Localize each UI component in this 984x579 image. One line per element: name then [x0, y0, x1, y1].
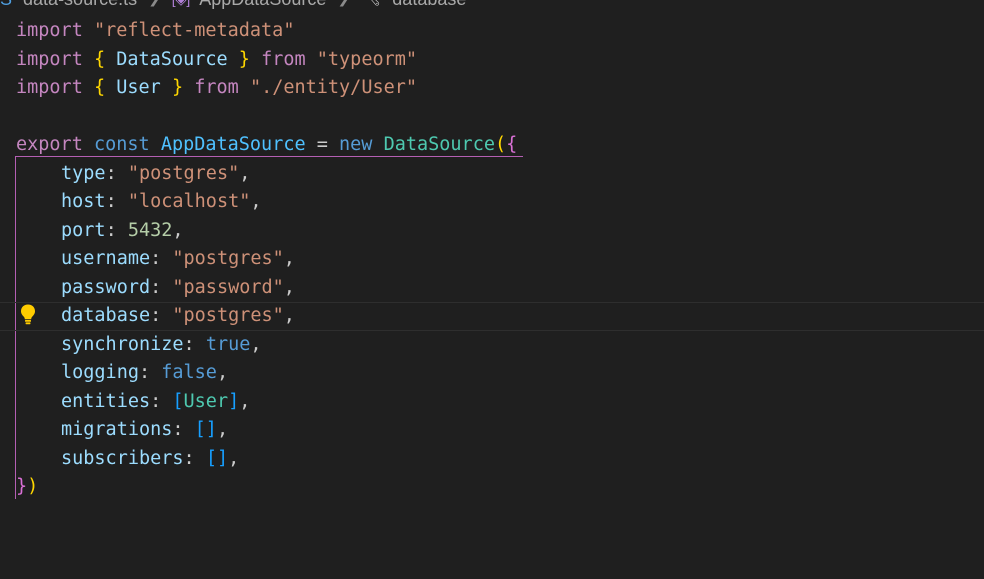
class-name: DataSource	[383, 134, 495, 155]
brace: {	[506, 134, 518, 155]
breadcrumb: S data-source.ts ❯ [◈] AppDataSource ❯ 🔧…	[0, 0, 466, 9]
bracket: []	[205, 447, 229, 469]
property-key: host	[61, 191, 106, 212]
boolean-literal: false	[161, 362, 217, 383]
code-editor[interactable]: import "reflect-metadata" import { DataS…	[0, 17, 984, 502]
keyword: import	[16, 77, 83, 98]
boolean-literal: true	[205, 333, 251, 355]
bracket: [	[172, 390, 184, 412]
code-line[interactable]: password: "password",	[0, 274, 984, 303]
property-key: entities	[61, 390, 151, 412]
breadcrumb-file[interactable]: data-source.ts	[23, 0, 137, 10]
variable-name: AppDataSource	[160, 134, 306, 155]
code-line[interactable]: type: "postgres",	[0, 160, 984, 189]
number-literal: 5432	[127, 219, 173, 241]
typescript-file-icon: S	[0, 0, 12, 10]
string-literal: "password"	[172, 276, 284, 298]
string-literal: "./entity/User"	[249, 77, 418, 98]
property-key: password	[61, 276, 151, 298]
code-line[interactable]: logging: false,	[0, 359, 984, 388]
paren: )	[27, 476, 39, 497]
code-line[interactable]: port: 5432,	[0, 217, 984, 246]
property-key: migrations	[61, 419, 173, 440]
string-literal: "postgres"	[172, 248, 284, 269]
operator: =	[316, 134, 328, 155]
brace: }	[16, 476, 28, 497]
code-line[interactable]: host: "localhost",	[0, 188, 984, 217]
property-key: type	[61, 162, 106, 184]
keyword: from	[261, 48, 306, 70]
variable-symbol-icon: [◈]	[172, 0, 191, 10]
bracket: ]	[228, 390, 240, 412]
code-line-empty[interactable]	[0, 103, 984, 132]
property-key: logging	[61, 362, 139, 383]
import-name: DataSource	[116, 48, 228, 70]
code-line[interactable]: import "reflect-metadata"	[0, 17, 984, 46]
chevron-right-icon: ❯	[148, 0, 161, 10]
code-line[interactable]: synchronize: true,	[0, 331, 984, 360]
brace: }	[238, 48, 250, 70]
brace: }	[171, 77, 184, 98]
property-key: port	[61, 219, 106, 241]
code-line-current[interactable]: database: "postgres",	[0, 302, 984, 331]
keyword: const	[93, 134, 150, 155]
property-key: database	[61, 305, 151, 326]
brace: {	[93, 77, 106, 98]
keyword: from	[194, 77, 239, 98]
chevron-right-icon: ❯	[337, 0, 350, 10]
bracket: []	[194, 419, 217, 440]
import-name: User	[116, 77, 161, 98]
breadcrumb-symbol[interactable]: AppDataSource	[199, 0, 326, 10]
keyword: import	[16, 20, 83, 41]
brace: {	[93, 48, 106, 70]
wrench-icon: 🔧︎	[361, 0, 381, 10]
string-literal: "postgres"	[172, 305, 284, 326]
paren: (	[494, 134, 507, 155]
property-key: synchronize	[61, 333, 184, 355]
string-literal: "reflect-metadata"	[93, 20, 295, 41]
code-line[interactable]: })	[0, 473, 984, 502]
code-line[interactable]: export const AppDataSource = new DataSou…	[0, 131, 984, 160]
keyword: new	[339, 134, 373, 155]
code-line[interactable]: username: "postgres",	[0, 245, 984, 274]
keyword: export	[16, 134, 83, 155]
keyword: import	[16, 48, 83, 70]
property-key: username	[61, 248, 151, 269]
code-line[interactable]: subscribers: [],	[0, 445, 984, 474]
code-line[interactable]: entities: [User],	[0, 388, 984, 417]
string-literal: "localhost"	[127, 191, 251, 212]
property-key: subscribers	[61, 447, 184, 469]
string-literal: "postgres"	[127, 162, 240, 184]
class-name: User	[183, 390, 229, 412]
code-line[interactable]: import { DataSource } from "typeorm"	[0, 46, 984, 75]
string-literal: "typeorm"	[316, 48, 418, 70]
code-line[interactable]: migrations: [],	[0, 416, 984, 445]
breadcrumb-property[interactable]: database	[392, 0, 466, 10]
code-line[interactable]: import { User } from "./entity/User"	[0, 74, 984, 103]
